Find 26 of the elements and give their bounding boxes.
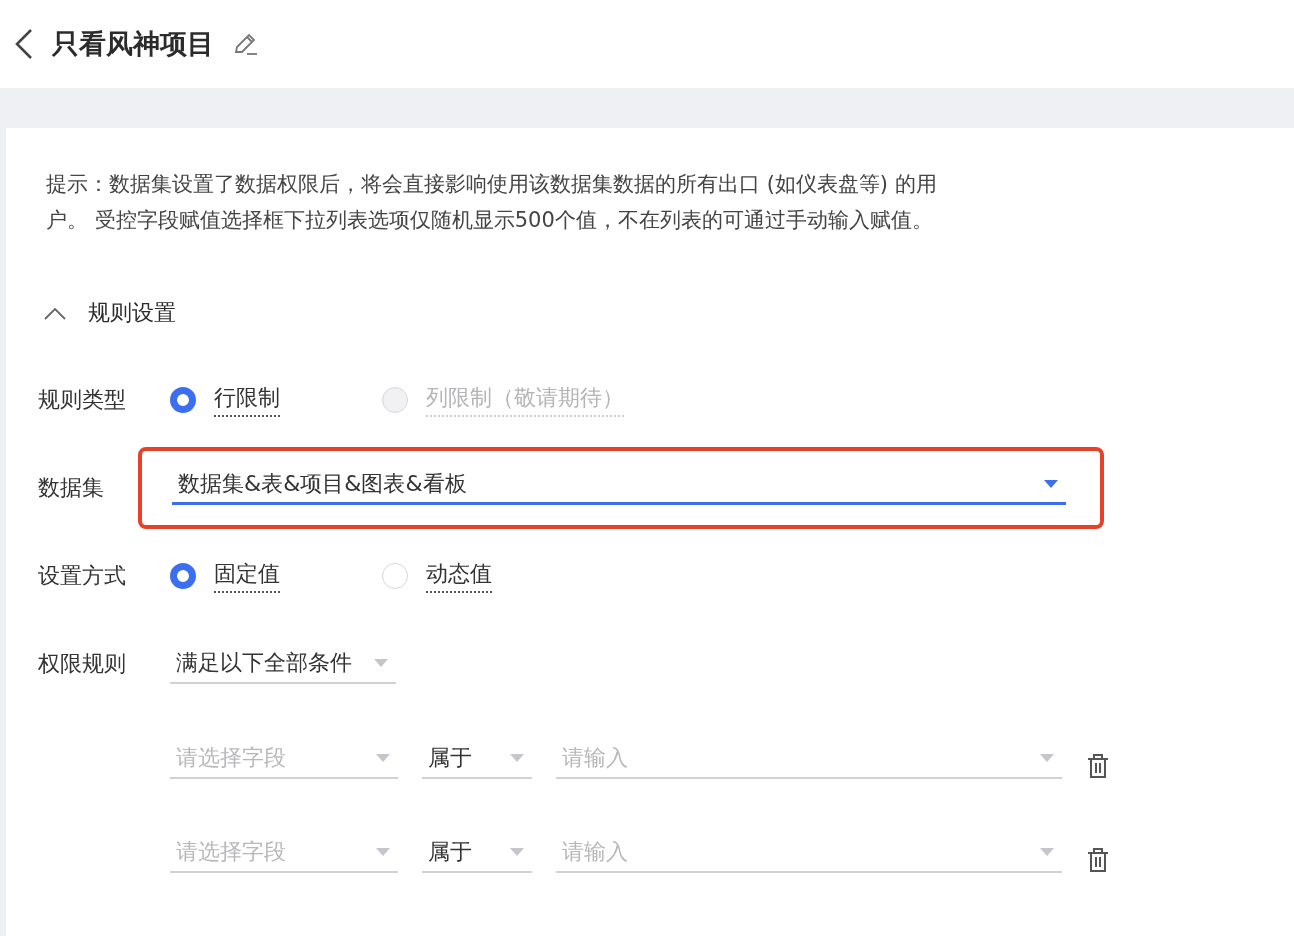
operator-select[interactable]: 属于 — [422, 833, 532, 873]
radio-option[interactable]: 固定值 — [170, 559, 382, 593]
caret-icon — [510, 754, 524, 762]
caret-icon — [374, 659, 388, 667]
caret-icon — [1040, 754, 1054, 762]
field-label: 设置方式 — [38, 562, 127, 590]
collapse-icon[interactable] — [44, 306, 66, 320]
page-title: 只看风神项目 — [52, 27, 214, 61]
delete-icon[interactable] — [1086, 753, 1110, 779]
rule-select[interactable]: 满足以下全部条件 — [170, 644, 396, 684]
caret-icon — [1040, 848, 1054, 856]
caret-icon — [376, 754, 390, 762]
dataset-select[interactable]: 数据集&表&项目&图表&看板 — [172, 465, 1066, 505]
back-icon[interactable] — [14, 28, 34, 60]
field-label: 规则类型 — [38, 386, 127, 414]
operator-select[interactable]: 属于 — [422, 739, 532, 779]
caret-icon — [376, 848, 390, 856]
field-label: 权限规则 — [38, 650, 127, 678]
radio-option[interactable]: 行限制 — [170, 383, 382, 417]
field-label: 数据集 — [38, 474, 105, 502]
notice-text: 提示：数据集设置了数据权限后，将会直接影响使用该数据集数据的所有出口 (如仪表盘等) 的用户。 受控字段赋值选择框下拉列表选项仅随机显示500个值，不在列表的可通过手动输入赋值。 — [46, 171, 938, 234]
caret-icon — [1044, 479, 1058, 488]
delete-icon[interactable] — [1086, 847, 1110, 873]
radio-option[interactable]: 动态值 — [382, 559, 594, 593]
caret-icon — [510, 848, 524, 856]
section-title: 规则设置 — [88, 299, 176, 327]
